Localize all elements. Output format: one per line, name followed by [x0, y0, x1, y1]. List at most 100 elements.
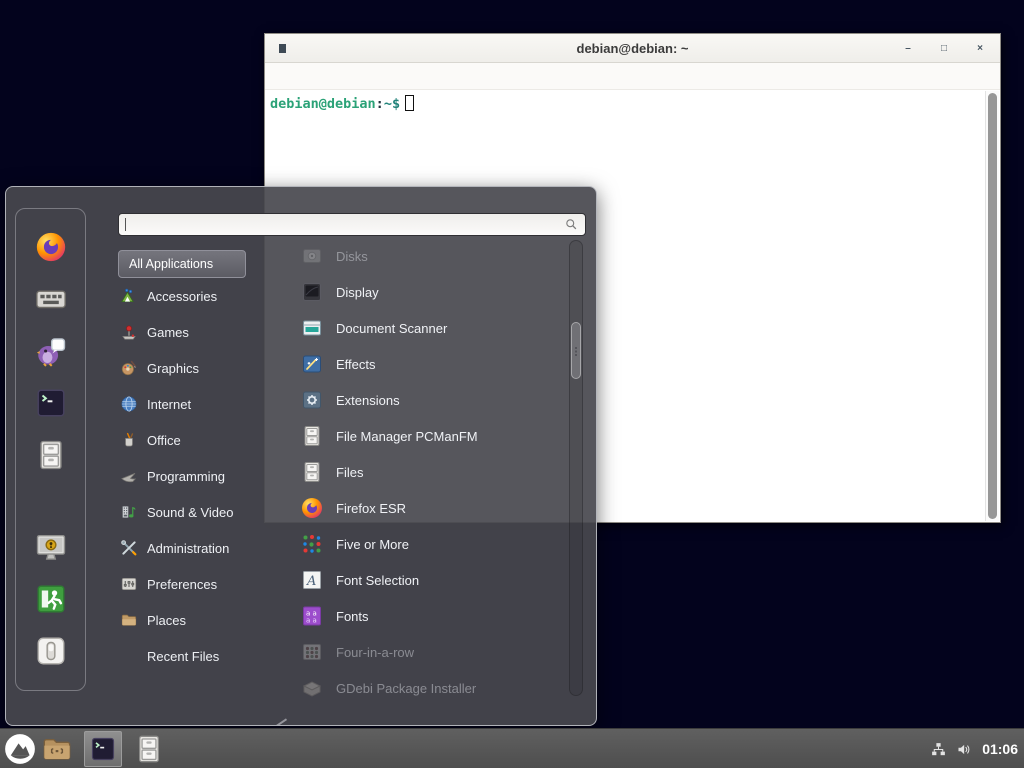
favorites-panel: [15, 208, 86, 691]
app-list-scrollbar[interactable]: [569, 240, 583, 696]
graphics-icon: [120, 359, 138, 377]
app-list-scrollbar-thumb[interactable]: [571, 322, 581, 379]
terminal-scrollbar[interactable]: [985, 91, 999, 521]
prompt-dollar: $: [392, 96, 400, 112]
firefox-icon: [34, 230, 68, 264]
cursor-trail-line: [225, 718, 287, 726]
category-sound-video[interactable]: Sound & Video: [118, 494, 270, 530]
application-menu: debian All Appli: [5, 186, 597, 726]
favorite-pidgin[interactable]: [34, 334, 68, 368]
keyboard-icon: [34, 282, 68, 316]
app-display[interactable]: Display: [278, 274, 574, 310]
logout-icon: [34, 582, 68, 616]
category-places[interactable]: Places: [118, 602, 270, 638]
fourrow-icon: [300, 640, 324, 664]
volume-icon[interactable]: [956, 741, 973, 758]
fontsel-icon: [300, 568, 324, 592]
search-icon: [564, 217, 579, 232]
accessories-icon: [120, 287, 138, 305]
app-five-or-more[interactable]: Five or More: [278, 526, 574, 562]
menu-logo-icon: [3, 732, 37, 766]
minimize-button[interactable]: –: [902, 43, 914, 54]
cabinet-icon: [300, 460, 324, 484]
terminal-icon: [34, 386, 68, 420]
lockscreen-icon: [34, 530, 68, 564]
app-gdebi-package-installer[interactable]: GDebi Package Installer: [278, 670, 574, 706]
menu-button[interactable]: [3, 732, 37, 766]
scanner-icon: [300, 316, 324, 340]
pidgin-icon: [34, 334, 68, 368]
terminal-cursor: [405, 95, 414, 111]
app-document-scanner[interactable]: Document Scanner: [278, 310, 574, 346]
category-accessories[interactable]: Accessories: [118, 278, 270, 314]
prompt-colon: :: [376, 96, 384, 112]
taskbar: 01:06: [0, 728, 1024, 768]
category-recent-files[interactable]: Recent Files: [118, 638, 270, 674]
effects-icon: [300, 352, 324, 376]
category-internet[interactable]: Internet: [118, 386, 270, 422]
soundvideo-icon: [120, 503, 138, 521]
app-extensions[interactable]: Extensions: [278, 382, 574, 418]
favorite-log-out[interactable]: [34, 582, 68, 616]
category-preferences[interactable]: Preferences: [118, 566, 270, 602]
clock[interactable]: 01:06: [982, 741, 1018, 757]
close-button[interactable]: ×: [974, 43, 986, 54]
prompt-user-host: debian@debian: [270, 96, 376, 112]
terminal-scrollbar-thumb[interactable]: [988, 93, 997, 519]
app-firefox-esr[interactable]: Firefox ESR: [278, 490, 574, 526]
category-office[interactable]: Office: [118, 422, 270, 458]
app-files[interactable]: Files: [278, 454, 574, 490]
office-icon: [120, 431, 138, 449]
files-task-button[interactable]: [133, 733, 165, 765]
terminal-task-button[interactable]: [84, 731, 122, 767]
search-input[interactable]: [126, 218, 564, 232]
places-icon: [120, 611, 138, 629]
app-file-manager-pcmanfm[interactable]: File Manager PCManFM: [278, 418, 574, 454]
system-tray: 01:06: [930, 729, 1018, 768]
favorite-terminal[interactable]: [34, 386, 68, 420]
terminal-title: debian@debian: ~: [265, 41, 1000, 56]
file-manager-launcher[interactable]: [41, 733, 73, 765]
blank-icon: [120, 647, 138, 665]
games-icon: [120, 323, 138, 341]
network-icon[interactable]: [930, 741, 947, 758]
app-four-in-a-row[interactable]: Four-in-a-row: [278, 634, 574, 670]
desktop: { "desktop": { "watermark_text": "debian…: [0, 0, 1024, 768]
cabinet-icon: [34, 438, 68, 472]
application-list: Disks Display Document Scanner Effects E…: [278, 238, 574, 706]
favorite-lock-screen[interactable]: [34, 530, 68, 564]
category-list: All Applications Accessories Games Graph…: [118, 250, 270, 674]
admin-icon: [120, 539, 138, 557]
app-effects[interactable]: Effects: [278, 346, 574, 382]
internet-icon: [120, 395, 138, 413]
favorite-files[interactable]: [34, 438, 68, 472]
category-games[interactable]: Games: [118, 314, 270, 350]
preferences-icon: [120, 575, 138, 593]
category-programming[interactable]: Programming: [118, 458, 270, 494]
firefox-icon: [300, 496, 324, 520]
category-administration[interactable]: Administration: [118, 530, 270, 566]
terminal-menubar: [265, 63, 1000, 90]
extensions-icon: [300, 388, 324, 412]
maximize-button[interactable]: □: [938, 43, 950, 54]
cabinet-icon: [300, 424, 324, 448]
favorite-firefox[interactable]: [34, 230, 68, 264]
all-applications-button[interactable]: All Applications: [118, 250, 246, 278]
app-fonts[interactable]: Fonts: [278, 598, 574, 634]
folder-icon: [41, 733, 73, 765]
power-icon: [34, 634, 68, 668]
search-box[interactable]: [118, 213, 586, 236]
terminal-titlebar[interactable]: debian@debian: ~ – □ ×: [265, 34, 1000, 63]
app-font-selection[interactable]: Font Selection: [278, 562, 574, 598]
app-disks[interactable]: Disks: [278, 238, 574, 274]
fonts-icon: [300, 604, 324, 628]
disks-icon: [300, 244, 324, 268]
favorite-quit[interactable]: [34, 634, 68, 668]
programming-icon: [120, 467, 138, 485]
prompt-path: ~: [384, 96, 392, 112]
favorite-keyboard[interactable]: [34, 282, 68, 316]
fivemore-icon: [300, 532, 324, 556]
terminal-prompt: debian@debian:~$: [270, 95, 414, 112]
terminal-icon: [89, 735, 117, 763]
category-graphics[interactable]: Graphics: [118, 350, 270, 386]
